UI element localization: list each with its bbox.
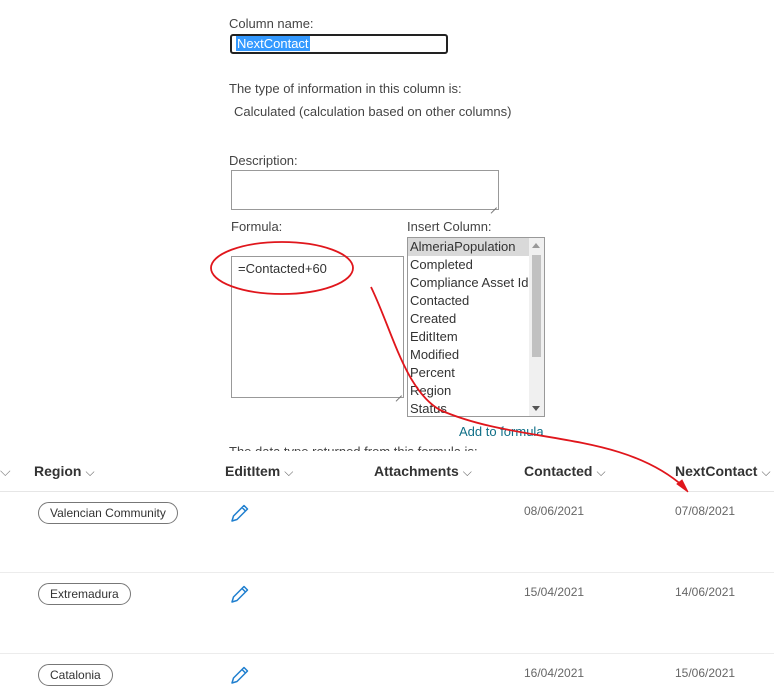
table-row[interactable]: Catalonia 16/04/2021 15/06/2021 [0, 654, 774, 700]
contacted-date: 16/04/2021 [524, 666, 585, 680]
column-header-edititem[interactable]: EditItem ⌵ [225, 453, 293, 491]
formula-text: =Contacted+60 [238, 261, 327, 276]
column-header-attachments[interactable]: Attachments ⌵ [374, 453, 472, 491]
insert-column-option[interactable]: Percent [408, 364, 530, 382]
table-row[interactable]: Extremadura 15/04/2021 14/06/2021 [0, 573, 774, 654]
column-header-nextcontact[interactable]: NextContact ⌵ [675, 453, 771, 491]
region-pill: Valencian Community [38, 502, 178, 524]
column-name-input[interactable]: NextContact [230, 34, 448, 54]
scroll-down-icon[interactable] [532, 406, 540, 411]
chevron-down-icon: ⌵ [462, 465, 472, 479]
insert-column-option[interactable]: Compliance Asset Id [408, 274, 530, 292]
list-header: ⌵ Region ⌵ EditItem ⌵ Attachments ⌵ Contact… [0, 453, 774, 492]
chevron-down-icon[interactable]: ⌵ [0, 453, 11, 491]
chevron-down-icon: ⌵ [596, 465, 606, 479]
type-label: The type of information in this column i… [229, 81, 462, 96]
next-contact-date: 07/08/2021 [675, 504, 736, 518]
chevron-down-icon: ⌵ [85, 465, 95, 479]
pencil-icon[interactable] [229, 664, 251, 686]
insert-column-option[interactable]: EditItem [408, 328, 530, 346]
column-name-value: NextContact [236, 36, 310, 51]
region-pill: Catalonia [38, 664, 113, 686]
resize-grip-icon[interactable] [489, 200, 497, 208]
description-textarea[interactable] [231, 170, 499, 210]
insert-column-label: Insert Column: [407, 219, 492, 234]
insert-column-option[interactable]: Status [408, 400, 530, 416]
type-value: Calculated (calculation based on other c… [234, 104, 512, 119]
column-header-label: EditItem [225, 463, 281, 479]
scroll-thumb[interactable] [532, 255, 541, 357]
resize-grip-icon[interactable] [394, 388, 402, 396]
pencil-icon[interactable] [229, 583, 251, 605]
formula-textarea[interactable]: =Contacted+60 [231, 256, 404, 398]
table-row[interactable]: Valencian Community 08/06/2021 07/08/202… [0, 492, 774, 573]
formula-label: Formula: [231, 219, 283, 234]
description-label: Description: [229, 153, 298, 168]
chevron-down-icon: ⌵ [761, 465, 771, 479]
chevron-down-icon: ⌵ [284, 465, 294, 479]
add-to-formula-link[interactable]: Add to formula [459, 424, 544, 439]
insert-column-option[interactable]: Modified [408, 346, 530, 364]
insert-column-listbox[interactable]: AlmeriaPopulation Completed Compliance A… [407, 237, 545, 417]
listbox-scrollbar[interactable] [529, 238, 544, 416]
scroll-up-icon[interactable] [532, 243, 540, 248]
column-header-label: Contacted [524, 463, 593, 479]
insert-column-option[interactable]: Completed [408, 256, 530, 274]
column-header-label: NextContact [675, 463, 758, 479]
insert-column-option[interactable]: Region [408, 382, 530, 400]
insert-column-option[interactable]: Contacted [408, 292, 530, 310]
insert-column-option[interactable]: AlmeriaPopulation [408, 238, 530, 256]
region-pill: Extremadura [38, 583, 131, 605]
contacted-date: 08/06/2021 [524, 504, 585, 518]
return-type-label: The data type returned from this formula… [229, 442, 478, 451]
column-header-label: Attachments [374, 463, 459, 479]
contacted-date: 15/04/2021 [524, 585, 585, 599]
next-contact-date: 15/06/2021 [675, 666, 736, 680]
column-header-region[interactable]: Region ⌵ [34, 453, 95, 491]
next-contact-date: 14/06/2021 [675, 585, 736, 599]
column-header-label: Region [34, 463, 82, 479]
column-name-label: Column name: [229, 16, 314, 31]
pencil-icon[interactable] [229, 502, 251, 524]
column-header-contacted[interactable]: Contacted ⌵ [524, 453, 606, 491]
insert-column-option[interactable]: Created [408, 310, 530, 328]
